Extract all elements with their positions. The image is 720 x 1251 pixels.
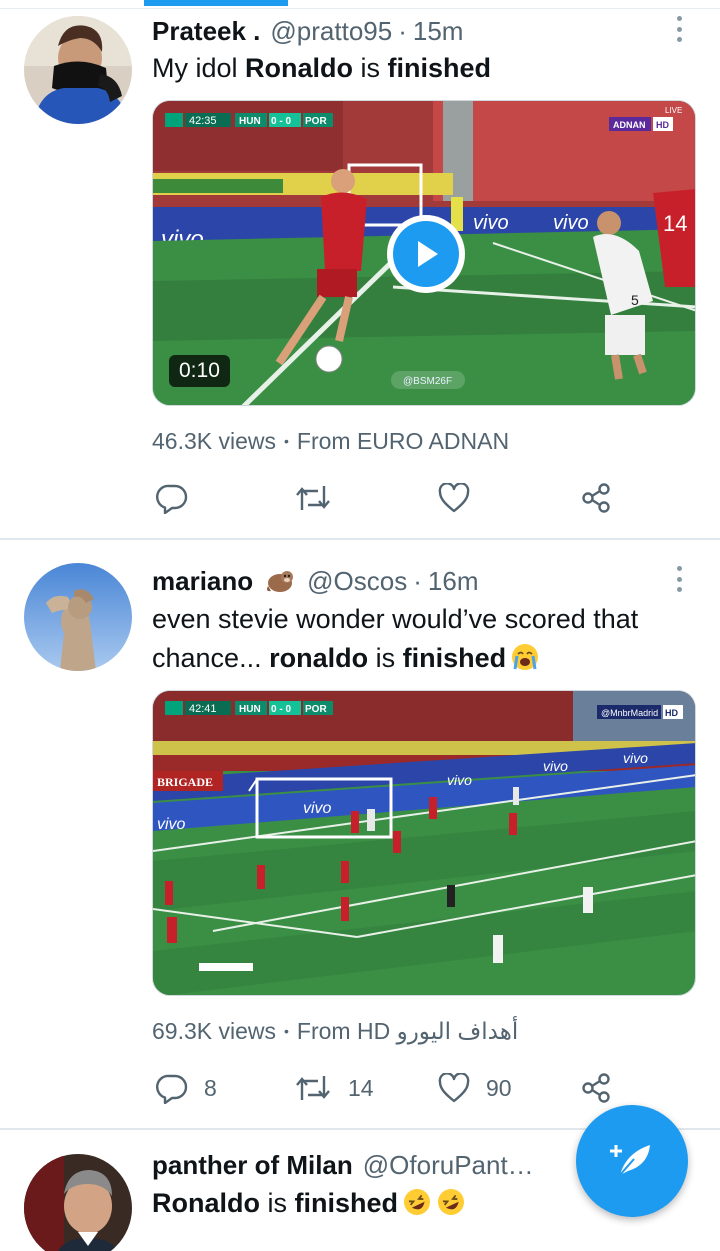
play-button[interactable] xyxy=(387,215,465,293)
tweet-2[interactable]: mariano @Oscos · 16m even stevie wonder … xyxy=(0,540,720,1128)
svg-text:HUN: HUN xyxy=(239,704,261,715)
svg-text:vivo: vivo xyxy=(543,758,568,774)
video-source[interactable]: From EURO ADNAN xyxy=(297,428,509,454)
svg-text:@BSM26F: @BSM26F xyxy=(403,376,452,387)
view-count: 46.3K views xyxy=(152,428,277,454)
display-name[interactable]: mariano xyxy=(152,566,253,597)
separator-dot: · xyxy=(398,15,407,46)
reply-button[interactable]: 8 xyxy=(156,1070,217,1106)
share-icon xyxy=(582,483,610,513)
svg-text:14: 14 xyxy=(663,211,687,236)
svg-text:vivo: vivo xyxy=(623,750,648,766)
svg-text:0 - 0: 0 - 0 xyxy=(271,116,291,127)
tweet-header: panther of Milan @OforuPant… xyxy=(152,1148,534,1182)
compose-tweet-button[interactable] xyxy=(576,1105,688,1217)
display-name[interactable]: Prateek . xyxy=(152,16,260,47)
svg-text:HD: HD xyxy=(665,708,678,718)
svg-text:POR: POR xyxy=(305,704,327,715)
svg-text:ADNAN: ADNAN xyxy=(613,120,646,130)
rolling-laughing-emoji xyxy=(438,1189,465,1215)
user-handle[interactable]: @OforuPant… xyxy=(363,1150,534,1181)
crying-face-emoji xyxy=(512,644,539,670)
reply-icon xyxy=(156,1074,188,1104)
retweet-button[interactable]: 14 xyxy=(294,1070,374,1106)
otter-emoji xyxy=(267,571,294,592)
user-handle[interactable]: @Oscos xyxy=(307,566,407,597)
svg-text:LIVE: LIVE xyxy=(665,106,682,115)
video-source[interactable]: From HD أهداف اليورو xyxy=(297,1018,518,1044)
tweet-meta: 69.3K views • From HD أهداف اليورو xyxy=(152,1018,518,1045)
video-thumbnail: vivo vivo vivo vivo vivo BRIGADE 42:41 H… xyxy=(153,691,695,995)
share-button[interactable] xyxy=(580,480,612,516)
svg-text:42:35: 42:35 xyxy=(189,115,217,127)
compose-tweet-icon xyxy=(610,1145,650,1176)
tweet-1[interactable]: Prateek . @pratto95 · 15m My idol Ronald… xyxy=(0,0,720,538)
svg-text:HUN: HUN xyxy=(239,116,261,127)
play-icon xyxy=(393,221,459,287)
tweet-header: Prateek . @pratto95 · 15m xyxy=(152,14,463,48)
avatar-mariano[interactable] xyxy=(24,563,132,671)
more-vertical-icon[interactable] xyxy=(672,564,686,594)
svg-text:vivo: vivo xyxy=(157,816,186,833)
svg-text:vivo: vivo xyxy=(473,212,509,234)
tweet-meta: 46.3K views • From EURO ADNAN xyxy=(152,428,509,455)
tweet-timestamp[interactable]: 15m xyxy=(413,16,464,47)
tweet-timestamp[interactable]: 16m xyxy=(428,566,479,597)
tweet-actions xyxy=(156,480,616,516)
video-duration: 0:10 xyxy=(169,355,230,387)
view-count: 69.3K views xyxy=(152,1018,277,1044)
svg-text:vivo: vivo xyxy=(447,772,472,788)
reply-count: 8 xyxy=(204,1074,217,1101)
like-count: 90 xyxy=(486,1074,512,1101)
tweet-text: even stevie wonder would’ve scored that … xyxy=(152,604,639,673)
video-player[interactable]: vivo vivo vivo vivo vivo BRIGADE 42:41 H… xyxy=(152,690,696,996)
svg-text:vivo: vivo xyxy=(553,212,589,234)
avatar-panther-of-milan[interactable] xyxy=(24,1154,132,1251)
retweet-icon xyxy=(296,486,330,510)
rolling-laughing-emoji xyxy=(404,1189,431,1215)
heart-icon xyxy=(438,1073,470,1103)
svg-text:BRIGADE: BRIGADE xyxy=(157,775,213,789)
reply-icon xyxy=(156,484,188,514)
user-handle[interactable]: @pratto95 xyxy=(270,16,392,47)
svg-text:POR: POR xyxy=(305,116,327,127)
tweet-header: mariano @Oscos · 16m xyxy=(152,564,478,598)
svg-text:vivo: vivo xyxy=(303,800,332,817)
display-name[interactable]: panther of Milan xyxy=(152,1150,353,1181)
svg-text:@MnbrMadrid: @MnbrMadrid xyxy=(601,708,658,718)
reply-button[interactable] xyxy=(156,480,204,516)
like-button[interactable] xyxy=(438,480,486,516)
svg-text:HD: HD xyxy=(656,120,669,130)
share-button[interactable] xyxy=(580,1070,612,1106)
retweet-icon xyxy=(296,1076,330,1100)
svg-text:42:41: 42:41 xyxy=(189,703,217,715)
heart-icon xyxy=(438,483,470,513)
avatar-prateek[interactable] xyxy=(24,16,132,124)
like-button[interactable]: 90 xyxy=(438,1070,512,1106)
retweet-count: 14 xyxy=(348,1074,374,1101)
svg-text:0 - 0: 0 - 0 xyxy=(271,704,291,715)
video-player[interactable]: vivo vivo vivo 5 14 42:35 HUN 0 - 0 POR … xyxy=(152,100,696,406)
svg-text:5: 5 xyxy=(631,292,639,308)
separator-dot: · xyxy=(413,565,422,596)
share-icon xyxy=(582,1073,610,1103)
more-vertical-icon[interactable] xyxy=(672,14,686,44)
retweet-button[interactable] xyxy=(294,480,348,516)
meta-separator: • xyxy=(284,1023,289,1039)
tweet-text: My idol Ronaldo is finished xyxy=(152,53,492,83)
tweet-actions: 8 14 90 xyxy=(156,1070,616,1106)
meta-separator: • xyxy=(284,433,289,449)
